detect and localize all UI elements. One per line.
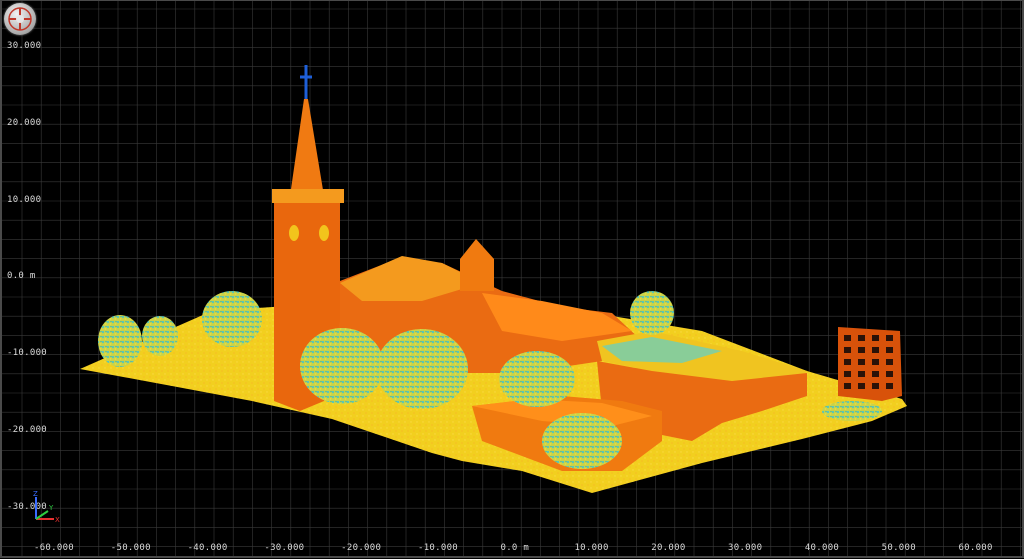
x-axis-tick-label: -10.000 [417, 543, 459, 553]
x-axis-tick-label: 50.000 [881, 543, 916, 553]
tower-spire [290, 99, 324, 196]
tree-left-3 [202, 291, 262, 347]
apartment-window [844, 359, 851, 365]
tree-center-2 [376, 329, 468, 409]
x-axis-tick-label: -50.000 [110, 543, 151, 553]
apartment-window [886, 335, 893, 341]
apartment-window [858, 335, 865, 341]
x-axis-tick-label: 10.000 [574, 543, 609, 553]
apartment-window [872, 347, 879, 353]
x-axis-tick-label: 40.000 [804, 543, 840, 553]
tower-top-ring [272, 189, 344, 203]
x-axis-tick-label: 20.000 [651, 543, 686, 553]
tree-center-3 [499, 351, 575, 407]
y-axis-tick-label: 20.000 [7, 117, 42, 128]
axis-z-label: Z [33, 490, 38, 498]
tower-window-right [319, 225, 329, 241]
apartment-window [858, 359, 865, 365]
apartment-window [886, 383, 893, 389]
tree-front [542, 413, 622, 469]
y-axis-tick-label: -10.000 [7, 348, 48, 359]
y-axis-tick-label: 30.000 [7, 41, 42, 51]
transept-gable [460, 239, 494, 291]
axis-y-label: Y [48, 504, 54, 512]
x-axis-tick-label: 30.000 [728, 543, 763, 553]
tree-back [630, 291, 674, 335]
tower-window-left [289, 225, 299, 241]
apartment-window [844, 371, 851, 377]
apartment-window [872, 359, 879, 365]
x-axis-tick-label: -40.000 [187, 543, 228, 553]
tree-left-2 [142, 316, 178, 356]
y-axis-tick-label: -20.000 [7, 425, 48, 435]
apartment-window [844, 347, 851, 353]
apartment-window [886, 347, 893, 353]
x-axis-tick-label: -20.000 [341, 543, 382, 553]
xyz-axis-gizmo-icon: Z Y X [33, 490, 60, 524]
point-cloud-viewport[interactable]: 30.000 20.000 10.000 0.0 m -10.000 -20.000 -30… [0, 0, 1024, 558]
x-axis-tick-label: -30.000 [264, 543, 305, 553]
y-axis-tick-label: 10.000 [7, 194, 42, 205]
x-axis-tick-label: 60.000 [958, 543, 993, 553]
grid-lines [2, 1, 1022, 556]
apartment-window [886, 359, 893, 365]
apartment-window [844, 383, 851, 389]
tree-center-1 [300, 328, 384, 404]
x-axis-tick-label: -60.000 [33, 543, 75, 553]
apartment-window [872, 371, 879, 377]
apartment-window [872, 383, 879, 389]
shrub-right [822, 401, 882, 421]
apartment-window [844, 335, 851, 341]
apartment-window [858, 383, 865, 389]
tree-far-left [98, 315, 142, 367]
point-cloud-scene[interactable] [2, 1, 1022, 556]
x-axis-tick-label: 0.0 m [500, 543, 530, 553]
y-axis-tick-label: 0.0 m [7, 271, 36, 282]
apartment-window [886, 371, 893, 377]
apartment-window [858, 347, 865, 353]
apartment-window [858, 371, 865, 377]
apartment-window [872, 335, 879, 341]
axis-x-label: X [55, 516, 60, 524]
app-logo-icon[interactable] [4, 3, 36, 35]
